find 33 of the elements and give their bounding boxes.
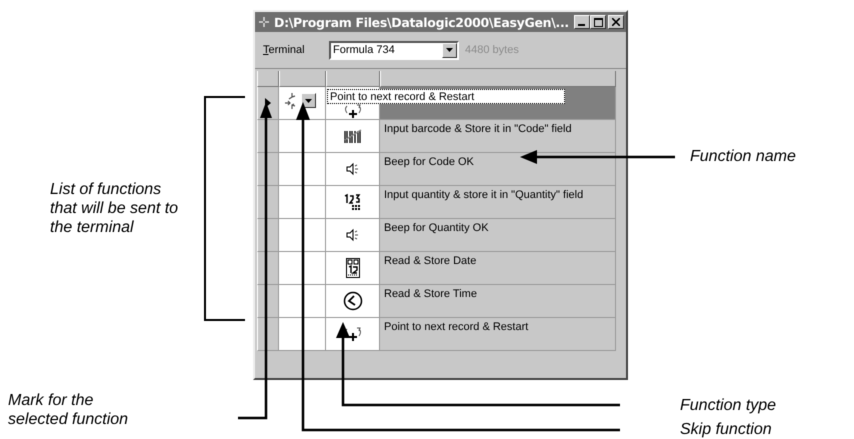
function-name: Input barcode & Store it in "Code" field [380, 120, 616, 153]
keypad-icon [342, 193, 362, 211]
maximize-icon [594, 18, 602, 26]
function-name: Read & Store Date [380, 252, 616, 285]
function-name-editor[interactable]: Point to next record & Restart [327, 89, 565, 104]
app-icon [257, 15, 271, 29]
window-title: D:\Program Files\Datalogic2000\EasyGen\... [274, 14, 570, 30]
close-button[interactable] [608, 15, 624, 29]
caret-icon [446, 48, 453, 52]
terminal-label: Terminal [263, 44, 306, 56]
close-icon [612, 18, 620, 26]
maximize-button[interactable] [590, 15, 606, 29]
callout-label: Function name [690, 147, 796, 166]
minimize-button[interactable] [574, 15, 590, 29]
clock-icon [342, 291, 362, 311]
function-name: Point to next record & Restart [380, 318, 616, 351]
calendar-icon [346, 258, 360, 278]
function-name: Input quantity & store it in "Quantity" field [380, 186, 616, 219]
skip-dropdown-button[interactable] [301, 93, 316, 108]
barcode-icon [344, 128, 362, 144]
callout-label: Mark for the selected function [8, 391, 130, 429]
callout-label: Function type [680, 396, 776, 415]
function-name: Read & Store Time [380, 285, 616, 318]
speaker-icon [346, 228, 360, 242]
terminal-dropdown[interactable]: Formula 734 [329, 40, 459, 60]
speaker-icon [346, 162, 360, 176]
callout-label: List of functions that will be sent to the terminal [50, 180, 180, 237]
size-label: 4480 bytes [465, 44, 519, 56]
function-name: Beep for Quantity OK [380, 219, 616, 252]
function-name: Beep for Code OK [380, 153, 616, 186]
callout-label: Skip function [680, 420, 772, 439]
restart-icon [342, 103, 362, 119]
caret-icon [305, 98, 312, 102]
